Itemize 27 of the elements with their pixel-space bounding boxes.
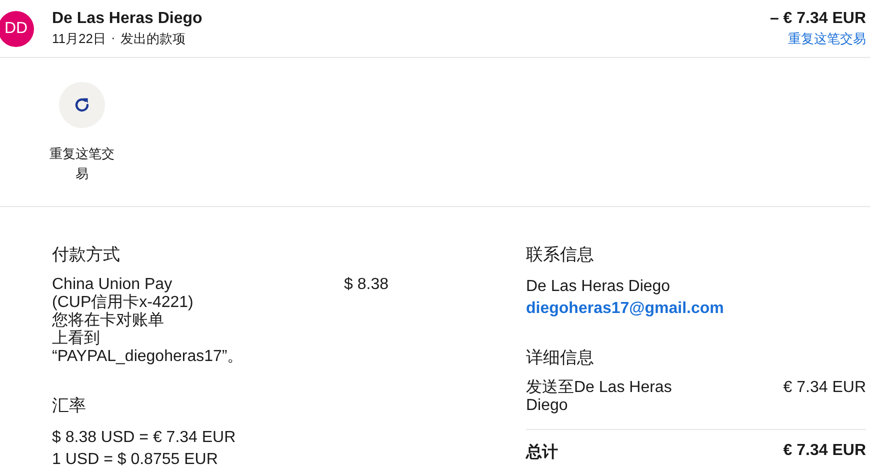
transaction-type: 发出的款项 [120,30,186,48]
exchange-rate: 1 USD = $ 0.8755 EUR [52,450,218,470]
transaction-amount: – € 7.34 EUR [770,10,866,28]
payment-method-line: 上看到 [52,330,100,348]
action-label[interactable]: 重复这笔交易 [47,144,117,184]
exchange-rate: $ 8.38 USD = € 7.34 EUR [52,428,236,448]
payee-name: De Las Heras Diego [52,10,202,28]
avatar: DD [0,10,34,46]
section-title: 付款方式 [52,244,120,266]
payment-amount: $ 8.38 [344,276,388,295]
total-value: € 7.34 EUR [783,442,866,461]
detail-value: € 7.34 EUR [783,379,866,397]
payment-method-line: China Union Pay [52,276,172,294]
transaction-date: 11月22日 [52,30,106,48]
total-label: 总计 [526,442,558,463]
repeat-button[interactable] [59,82,105,128]
payment-method-line: 您将在卡对账单 [52,312,164,330]
section-title: 联系信息 [526,244,594,266]
contact-name: De Las Heras Diego [526,277,670,297]
detail-label: 发送至De Las Heras Diego [526,379,672,415]
separator-dot: · [110,30,116,46]
email-link[interactable]: diegoheras17@gmail.com [526,298,724,320]
payment-method-line: “PAYPAL_diegoheras17”。 [52,348,244,366]
repeat-link[interactable]: 重复这笔交易 [788,30,866,48]
section-title: 详细信息 [526,347,594,369]
section-title: 汇率 [52,395,86,417]
payment-method-line: (CUP信用卡x-4221) [52,294,194,312]
